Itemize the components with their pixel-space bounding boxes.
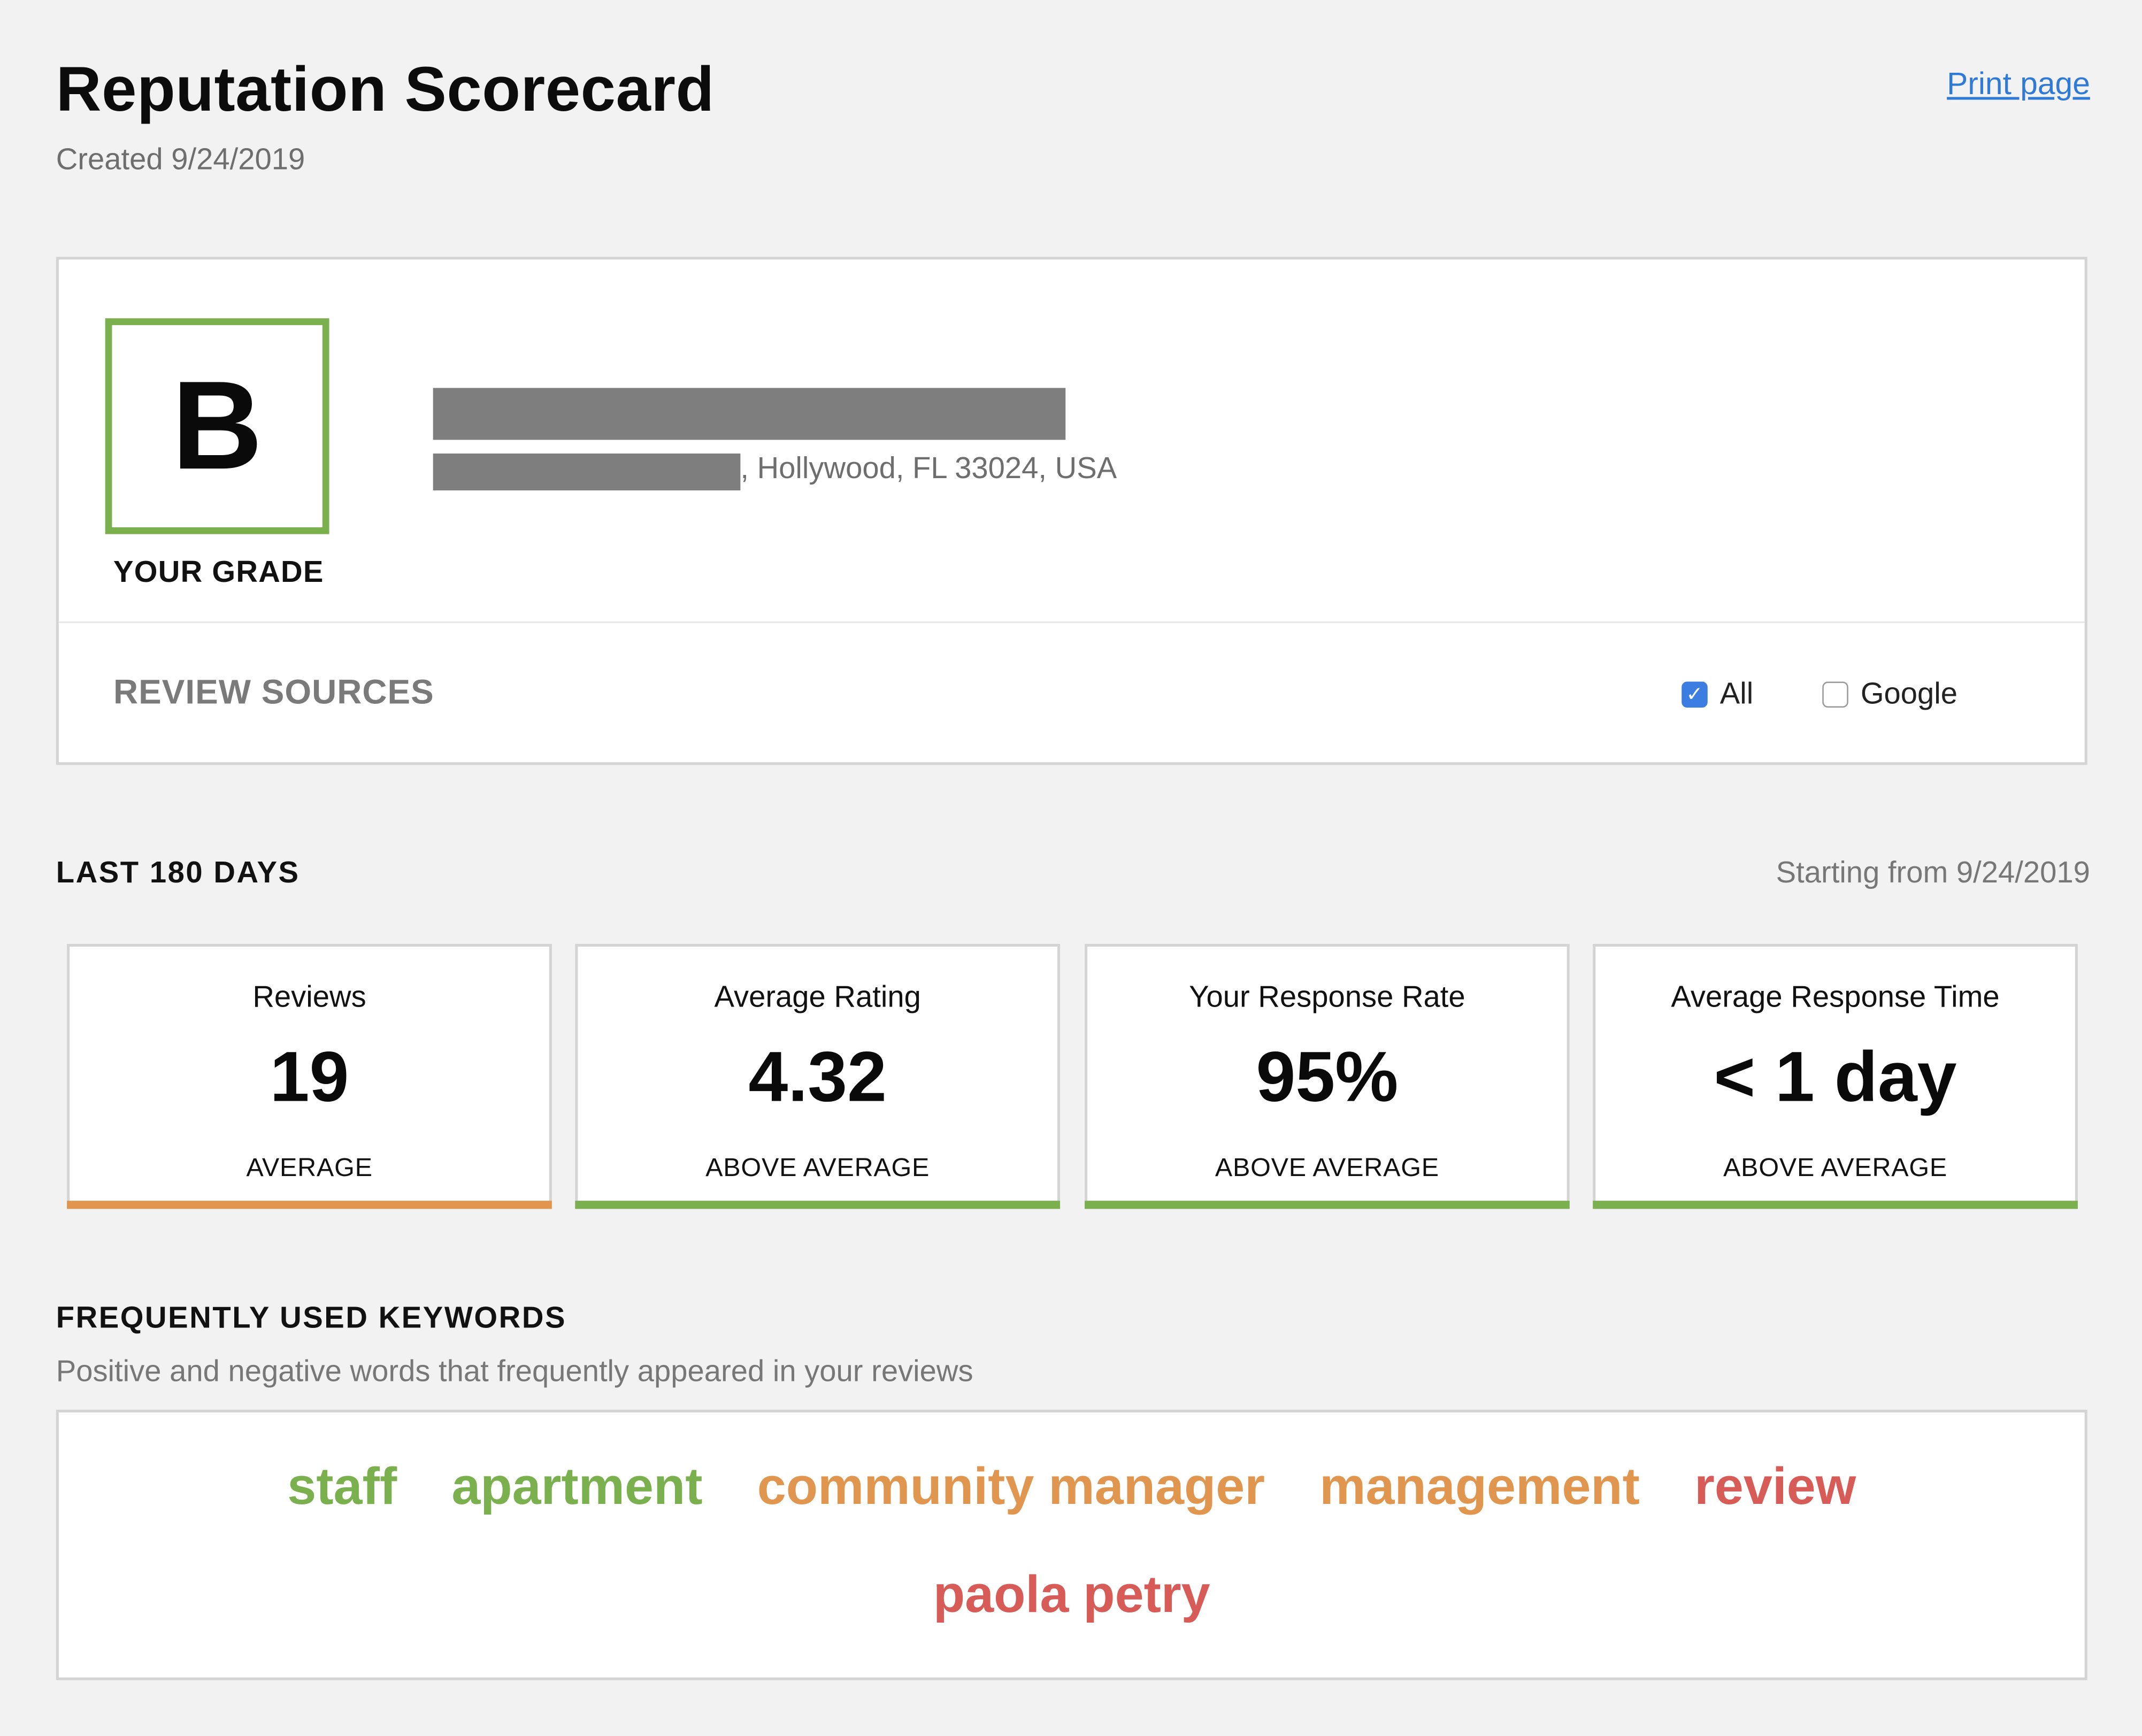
stat-status-bar xyxy=(67,1201,552,1209)
grade-label: YOUR GRADE xyxy=(113,555,324,589)
keyword: apartment xyxy=(451,1458,703,1517)
business-address: , Hollywood, FL 33024, USA xyxy=(740,450,1117,485)
business-card: B YOUR GRADE , Hollywood, FL 33024, USA … xyxy=(56,257,2087,765)
scorecard-page: Reputation Scorecard Created 9/24/2019 P… xyxy=(0,0,2142,1736)
stat-value: 95% xyxy=(1256,1038,1399,1118)
stat-label: Average Response Time xyxy=(1671,979,2000,1014)
keywords-subtitle: Positive and negative words that frequen… xyxy=(56,1354,973,1388)
stat-value: 19 xyxy=(270,1038,349,1118)
stat-value: 4.32 xyxy=(748,1038,887,1118)
keyword-row: paola petry xyxy=(59,1567,2085,1626)
stat-label: Average Rating xyxy=(714,979,921,1014)
redacted-street-address xyxy=(433,453,741,490)
keyword: community manager xyxy=(757,1458,1265,1517)
google-checkbox[interactable] xyxy=(1822,681,1848,707)
all-checkbox[interactable]: ✓ xyxy=(1682,681,1708,707)
keywords-heading: FREQUENTLY USED KEYWORDS xyxy=(56,1300,566,1335)
keyword: management xyxy=(1319,1458,1640,1517)
keyword: paola petry xyxy=(933,1566,1210,1624)
created-date: Created 9/24/2019 xyxy=(56,142,305,176)
stat-status: ABOVE AVERAGE xyxy=(1215,1154,1439,1183)
card-divider xyxy=(58,621,2085,623)
stat-status-bar xyxy=(1593,1201,2078,1209)
stat-status: ABOVE AVERAGE xyxy=(705,1154,930,1183)
stat-value: < 1 day xyxy=(1714,1038,1957,1118)
source-option-all[interactable]: ✓ All xyxy=(1682,676,1753,711)
keyword: staff xyxy=(287,1458,397,1517)
stat-label: Reviews xyxy=(252,979,366,1014)
source-option-all-label: All xyxy=(1719,676,1754,711)
starting-from-date: Starting from 9/24/2019 xyxy=(1776,855,2090,889)
stat-card-response-rate: Your Response Rate 95% ABOVE AVERAGE xyxy=(1085,943,1570,1209)
stat-status-bar xyxy=(1085,1201,1570,1209)
keyword: review xyxy=(1694,1458,1856,1517)
source-option-google[interactable]: Google xyxy=(1822,676,1957,711)
page-title: Reputation Scorecard xyxy=(56,53,715,125)
review-sources-label: REVIEW SOURCES xyxy=(113,673,434,712)
stat-card-average-rating: Average Rating 4.32 ABOVE AVERAGE xyxy=(575,943,1061,1209)
stat-status: ABOVE AVERAGE xyxy=(1723,1154,1948,1183)
stat-label: Your Response Rate xyxy=(1189,979,1465,1014)
grade-box: B xyxy=(105,318,329,534)
stat-card-reviews: Reviews 19 AVERAGE xyxy=(67,943,552,1209)
stat-status-bar xyxy=(575,1201,1061,1209)
stat-status: AVERAGE xyxy=(246,1154,373,1183)
keyword-cloud: staff apartment community manager manage… xyxy=(56,1409,2087,1680)
redacted-business-name xyxy=(433,388,1066,440)
stat-card-response-time: Average Response Time < 1 day ABOVE AVER… xyxy=(1593,943,2078,1209)
keyword-row: staff apartment community manager manage… xyxy=(59,1459,2085,1518)
print-page-link[interactable]: Print page xyxy=(1947,66,2090,103)
period-heading: LAST 180 DAYS xyxy=(56,855,300,889)
source-option-google-label: Google xyxy=(1860,676,1958,711)
